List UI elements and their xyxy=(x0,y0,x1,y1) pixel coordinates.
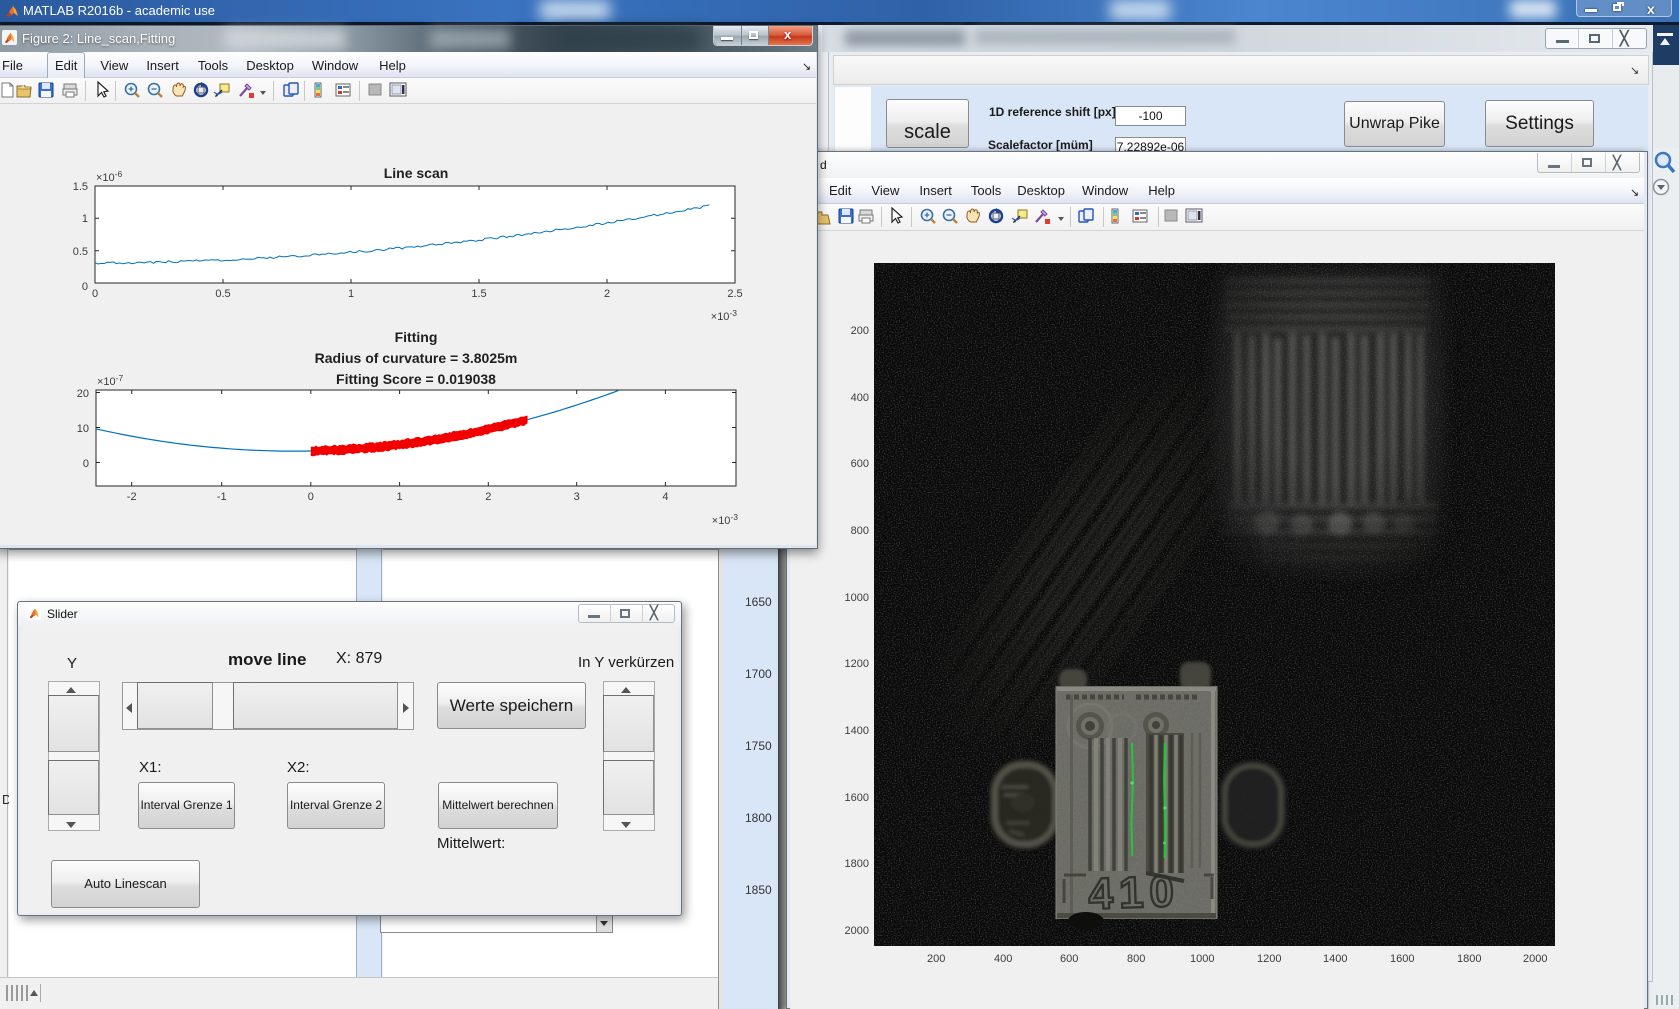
svg-text:1.5: 1.5 xyxy=(73,181,88,193)
svg-text:×10-6: ×10-6 xyxy=(96,169,123,184)
svg-text:4: 4 xyxy=(662,491,668,503)
svg-text:Fitting: Fitting xyxy=(395,329,438,345)
svg-text:1.5: 1.5 xyxy=(471,288,486,300)
svg-text:Fitting Score = 0.019038: Fitting Score = 0.019038 xyxy=(336,371,496,387)
svg-text:10: 10 xyxy=(77,423,89,435)
svg-text:0: 0 xyxy=(308,491,314,503)
svg-text:2.5: 2.5 xyxy=(727,288,742,300)
svg-text:×10-3: ×10-3 xyxy=(711,308,738,323)
svg-text:0.5: 0.5 xyxy=(73,246,88,258)
svg-text:1: 1 xyxy=(82,213,88,225)
svg-text:1: 1 xyxy=(348,288,354,300)
svg-text:2: 2 xyxy=(485,491,491,503)
svg-text:Line scan: Line scan xyxy=(384,165,449,181)
svg-text:0: 0 xyxy=(92,288,98,300)
svg-text:-2: -2 xyxy=(127,491,137,503)
svg-text:410: 410 xyxy=(1088,867,1181,919)
svg-text:Radius of curvature = 3.8025m: Radius of curvature = 3.8025m xyxy=(315,350,518,366)
svg-text:×10-3: ×10-3 xyxy=(712,512,739,527)
svg-text:1: 1 xyxy=(397,491,403,503)
svg-text:0.5: 0.5 xyxy=(215,288,230,300)
svg-text:2: 2 xyxy=(604,288,610,300)
svg-text:3: 3 xyxy=(574,491,580,503)
svg-text:0: 0 xyxy=(83,458,89,470)
svg-text:0: 0 xyxy=(82,281,88,293)
svg-text:20: 20 xyxy=(77,388,89,400)
svg-text:-1: -1 xyxy=(217,491,227,503)
svg-text:×10-7: ×10-7 xyxy=(97,373,124,388)
